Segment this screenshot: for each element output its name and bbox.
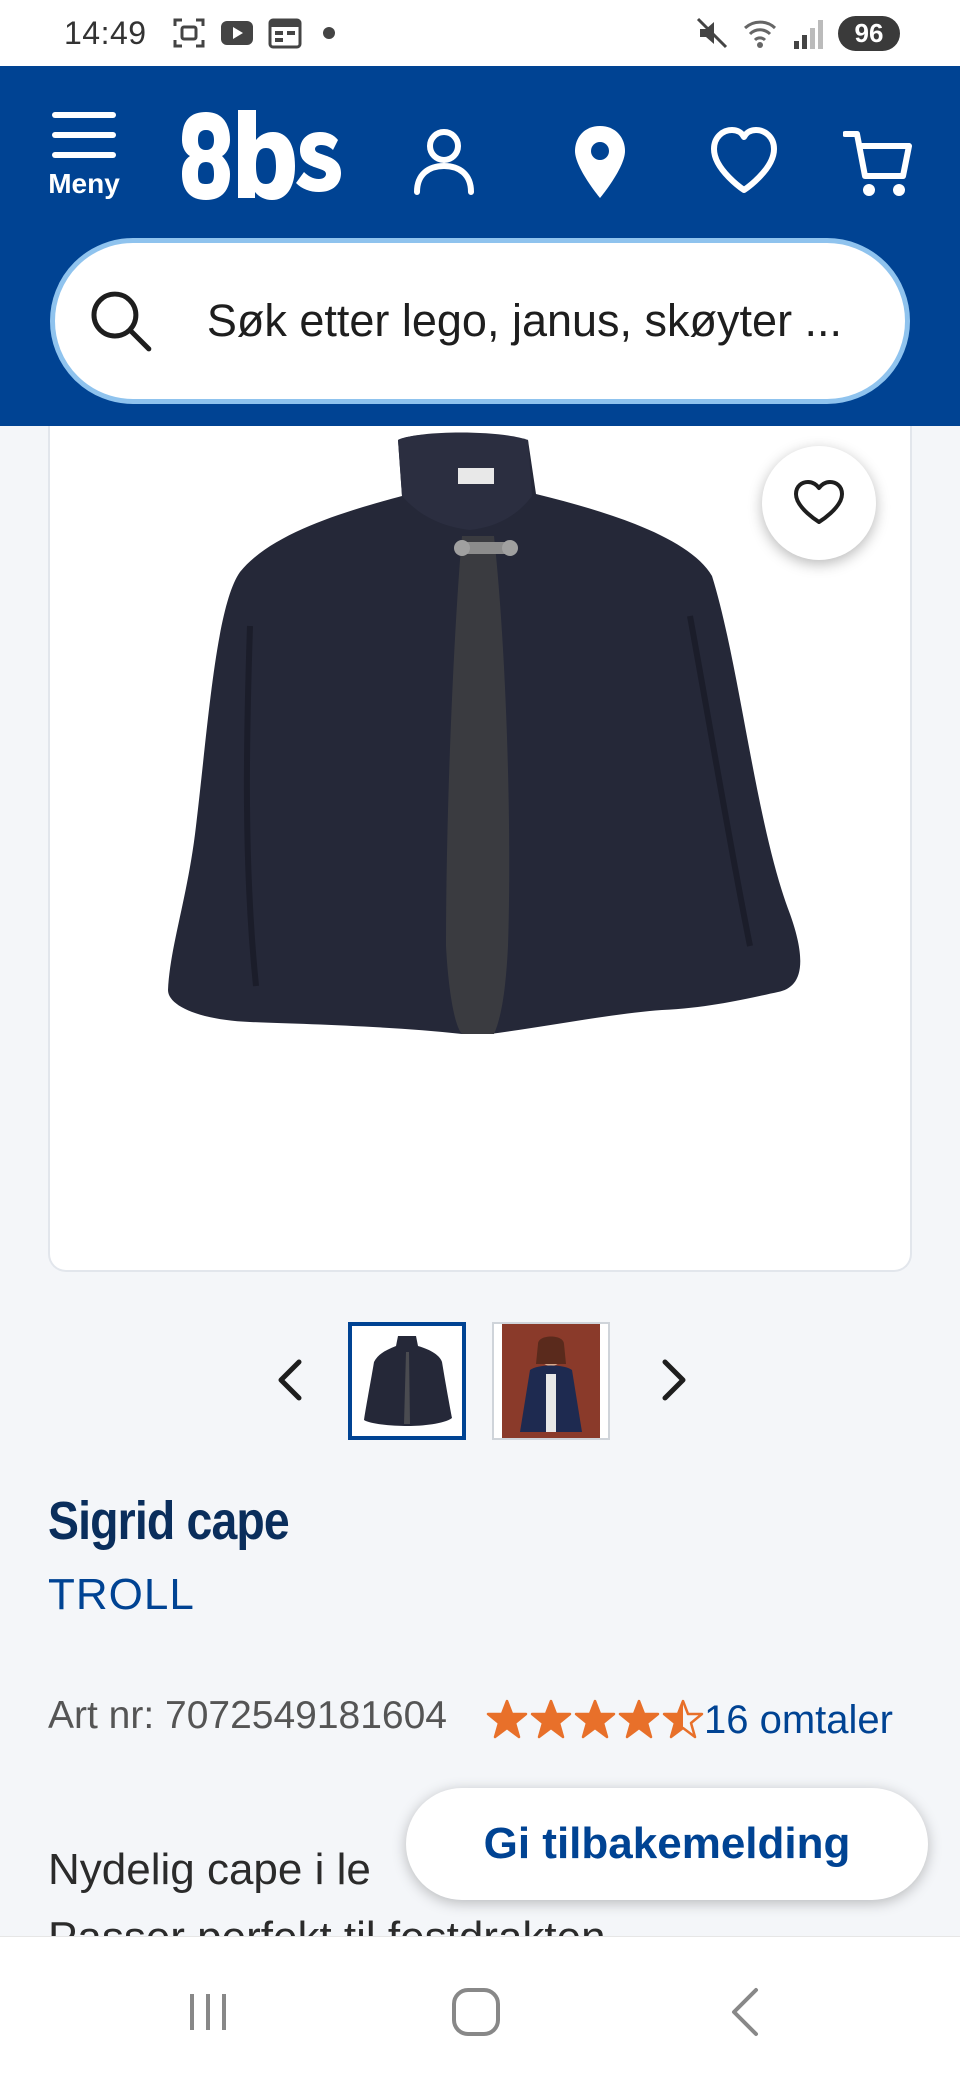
notification-dot [322,27,335,39]
feedback-button[interactable]: Gi tilbakemelding [406,1788,928,1900]
product-brand[interactable]: TROLL [48,1570,195,1620]
star-full-icon [618,1699,660,1739]
carousel-prev-button[interactable] [260,1350,320,1410]
add-to-wishlist-button[interactable] [762,446,876,560]
menu-label: Meny [48,168,120,199]
site-header: Meny [0,66,960,426]
star-full-icon [574,1699,616,1739]
home-icon [452,1988,500,2036]
battery-indicator: 96 [838,15,900,51]
back-icon [732,1988,758,2036]
cart-icon [843,131,912,196]
model-thumbnail-image [494,1324,608,1438]
chevron-left-icon [278,1359,302,1401]
star-half-icon [662,1699,704,1739]
obs-logo-mark [182,110,341,200]
recent-apps-icon [190,1994,226,2030]
recent-apps-button[interactable] [168,1977,248,2047]
calendar-icon [268,18,302,49]
search-bar[interactable] [50,238,910,404]
wishlist-button[interactable] [704,114,784,210]
chevron-right-icon [662,1359,686,1401]
product-image-card[interactable] [48,426,912,1272]
search-input[interactable] [206,295,905,347]
rating-stars[interactable] [486,1698,704,1740]
obs-logo[interactable] [178,104,346,224]
screenshot-icon [173,18,205,48]
mute-icon [696,17,728,49]
thumbnail-cape[interactable] [348,1322,466,1440]
store-locator-button[interactable] [560,114,640,210]
wifi-icon [743,20,777,48]
carousel-next-button[interactable] [644,1350,704,1410]
article-number: Art nr: 7072549181604 [48,1694,447,1737]
cart-button[interactable] [838,114,918,210]
reviews-link[interactable]: 16 omtaler [704,1698,893,1743]
account-button[interactable] [404,114,484,210]
heart-icon [711,127,777,193]
youtube-icon [220,21,253,45]
status-bar: 14:49 96 [0,0,960,66]
home-button[interactable] [436,1977,516,2047]
menu-button[interactable]: Meny [44,112,124,212]
status-time: 14:49 [64,14,147,51]
thumbnail-model[interactable] [492,1322,610,1440]
product-image [168,432,801,1035]
back-button[interactable] [706,1977,786,2047]
cape-thumbnail-image [352,1326,462,1436]
search-icon [91,291,152,352]
product-title: Sigrid cape [48,1491,290,1551]
star-full-icon [530,1699,572,1739]
location-icon [575,126,625,198]
heart-outline-icon [794,480,844,524]
user-icon [414,129,474,195]
signal-icon [794,20,823,49]
star-full-icon [486,1699,528,1739]
system-nav-bar [0,1936,960,2080]
hamburger-icon [52,112,116,158]
